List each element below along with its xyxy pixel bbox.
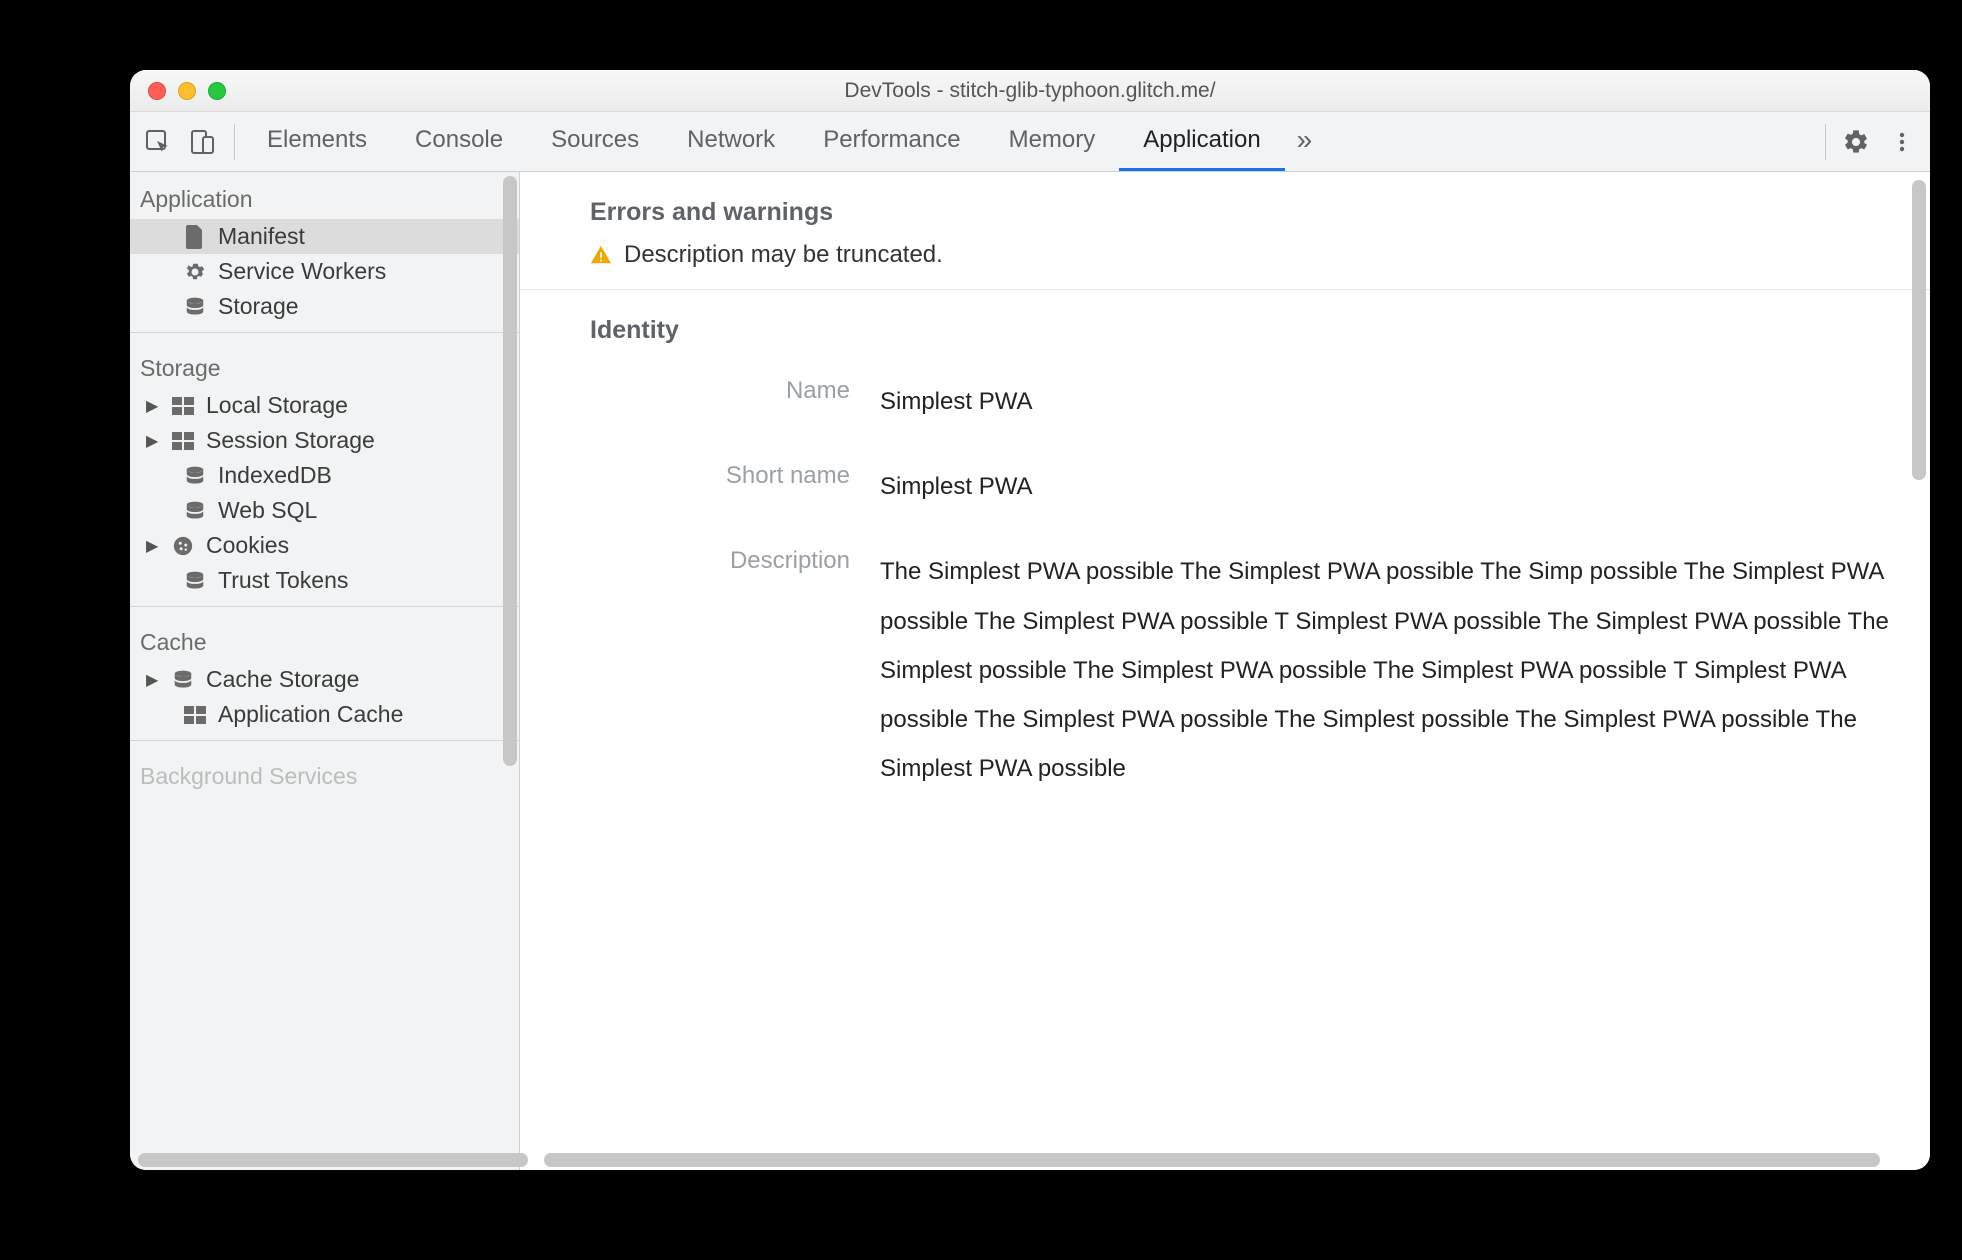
warning-text: Description may be truncated. — [624, 241, 943, 269]
identity-shortname-row: Short name Simplest PWA — [520, 444, 1930, 529]
warning-row: Description may be truncated. — [520, 241, 1930, 289]
sidebar-item-label: Local Storage — [206, 392, 348, 419]
tab-network[interactable]: Network — [663, 113, 799, 171]
sidebar-item-websql[interactable]: Web SQL — [130, 493, 519, 528]
database-icon — [182, 498, 208, 524]
warning-icon — [590, 244, 612, 266]
panel-tabs: Elements Console Sources Network Perform… — [243, 113, 1817, 171]
grid-icon — [182, 702, 208, 728]
sidebar-item-manifest[interactable]: Manifest — [130, 219, 519, 254]
grid-icon — [170, 428, 196, 454]
identity-shortname-label: Short name — [590, 462, 850, 490]
caret-right-icon: ▶ — [146, 396, 160, 416]
more-vert-icon[interactable] — [1882, 122, 1922, 162]
database-icon — [182, 568, 208, 594]
window-title: DevTools - stitch-glib-typhoon.glitch.me… — [130, 79, 1930, 103]
sidebar-divider — [130, 332, 519, 333]
identity-description-row: Description The Simplest PWA possible Th… — [520, 529, 1930, 811]
sidebar-section-cache: Cache — [130, 615, 519, 662]
application-sidebar: Application Manifest Service Workers — [130, 172, 520, 1170]
sidebar-item-session-storage[interactable]: ▶ Session Storage — [130, 423, 519, 458]
sidebar-item-label: Cache Storage — [206, 666, 359, 693]
sidebar-item-cache-storage[interactable]: ▶ Cache Storage — [130, 662, 519, 697]
sidebar-section-application: Application — [130, 172, 519, 219]
sidebar-hscrollbar[interactable] — [138, 1153, 528, 1167]
sidebar-item-label: Manifest — [218, 223, 305, 250]
sidebar-item-label: Service Workers — [218, 258, 386, 285]
sidebar-item-cookies[interactable]: ▶ Cookies — [130, 528, 519, 563]
identity-heading: Identity — [520, 290, 1930, 359]
database-icon — [182, 463, 208, 489]
sidebar-scrollbar[interactable] — [503, 176, 517, 766]
errors-warnings-heading: Errors and warnings — [520, 172, 1930, 241]
sidebar-item-label: Session Storage — [206, 427, 375, 454]
bottom-scrollbars — [130, 1150, 1930, 1170]
sidebar-item-storage[interactable]: Storage — [130, 289, 519, 324]
sidebar-divider — [130, 606, 519, 607]
identity-name-row: Name Simplest PWA — [520, 359, 1930, 444]
tabs-overflow-button[interactable]: » — [1285, 113, 1325, 171]
file-icon — [182, 224, 208, 250]
settings-gear-icon[interactable] — [1836, 122, 1876, 162]
gear-icon — [182, 259, 208, 285]
sidebar-section-storage: Storage — [130, 341, 519, 388]
database-icon — [182, 294, 208, 320]
sidebar-item-trust-tokens[interactable]: Trust Tokens — [130, 563, 519, 598]
content-scrollbar[interactable] — [1912, 180, 1926, 480]
tab-console[interactable]: Console — [391, 113, 527, 171]
devtools-window: DevTools - stitch-glib-typhoon.glitch.me… — [130, 70, 1930, 1170]
sidebar-item-local-storage[interactable]: ▶ Local Storage — [130, 388, 519, 423]
toolbar: Elements Console Sources Network Perform… — [130, 112, 1930, 172]
sidebar-item-label: Storage — [218, 293, 299, 320]
identity-description-label: Description — [590, 547, 850, 575]
caret-right-icon: ▶ — [146, 536, 160, 556]
sidebar-item-indexeddb[interactable]: IndexedDB — [130, 458, 519, 493]
content-hscrollbar[interactable] — [544, 1153, 1880, 1167]
sidebar-item-label: Web SQL — [218, 497, 317, 524]
tab-memory[interactable]: Memory — [985, 113, 1120, 171]
sidebar-item-label: IndexedDB — [218, 462, 332, 489]
identity-shortname-value: Simplest PWA — [880, 462, 1930, 511]
device-toolbar-icon[interactable] — [182, 122, 222, 162]
tab-application[interactable]: Application — [1119, 113, 1284, 171]
database-icon — [170, 667, 196, 693]
manifest-panel: Errors and warnings Description may be t… — [520, 172, 1930, 1170]
sidebar-item-service-workers[interactable]: Service Workers — [130, 254, 519, 289]
sidebar-section-background-services: Background Services — [130, 749, 519, 796]
sidebar-item-label: Cookies — [206, 532, 289, 559]
identity-description-value: The Simplest PWA possible The Simplest P… — [880, 547, 1930, 793]
tab-elements[interactable]: Elements — [243, 113, 391, 171]
tab-performance[interactable]: Performance — [799, 113, 984, 171]
caret-right-icon: ▶ — [146, 431, 160, 451]
sidebar-divider — [130, 740, 519, 741]
identity-name-label: Name — [590, 377, 850, 405]
sidebar-item-application-cache[interactable]: Application Cache — [130, 697, 519, 732]
tab-sources[interactable]: Sources — [527, 113, 663, 171]
cookie-icon — [170, 533, 196, 559]
identity-name-value: Simplest PWA — [880, 377, 1930, 426]
caret-right-icon: ▶ — [146, 670, 160, 690]
sidebar-item-label: Application Cache — [218, 701, 403, 728]
inspect-element-icon[interactable] — [138, 122, 178, 162]
titlebar: DevTools - stitch-glib-typhoon.glitch.me… — [130, 70, 1930, 112]
grid-icon — [170, 393, 196, 419]
sidebar-item-label: Trust Tokens — [218, 567, 348, 594]
